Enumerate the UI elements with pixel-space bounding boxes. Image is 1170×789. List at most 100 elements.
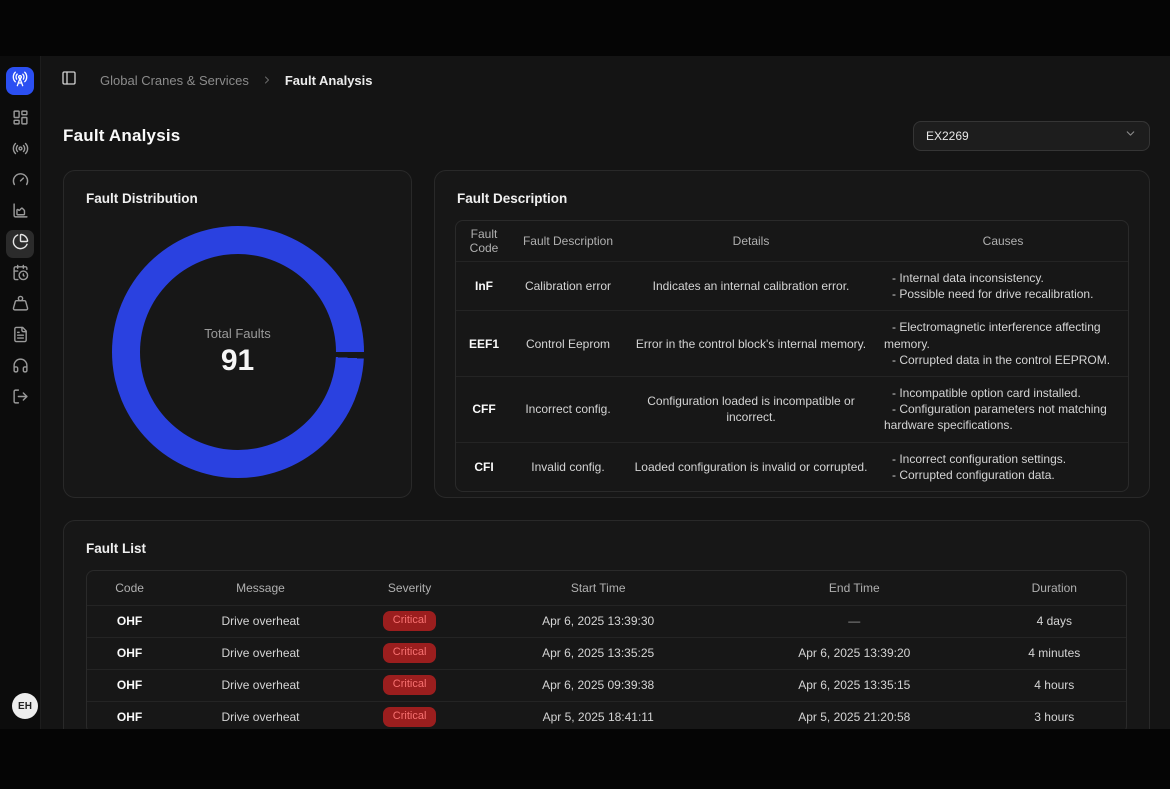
file-report-icon bbox=[12, 326, 29, 348]
duration: 4 hours bbox=[983, 669, 1126, 701]
sidebar-item-load[interactable] bbox=[6, 292, 34, 320]
sidebar-item-support[interactable] bbox=[6, 354, 34, 382]
fault-distribution-card: Fault Distribution Total Faults 91 bbox=[63, 170, 412, 498]
fault-code: CFF bbox=[456, 376, 512, 442]
sidebar-item-logout[interactable] bbox=[6, 385, 34, 413]
gauge-icon bbox=[12, 171, 29, 193]
breadcrumb-page: Fault Analysis bbox=[285, 73, 373, 88]
cause-line: - Incompatible option card installed. bbox=[884, 385, 1118, 401]
screen: EH Global Cranes & Services Fault Analys… bbox=[0, 0, 1170, 789]
severity-cell: Critical bbox=[349, 701, 471, 729]
fault-code: CFI bbox=[456, 442, 512, 491]
fault-causes: - Incompatible option card installed. - … bbox=[878, 376, 1128, 442]
table-row[interactable]: CFI Invalid config. Loaded configuration… bbox=[456, 442, 1128, 491]
sidebar-item-live[interactable] bbox=[6, 137, 34, 165]
fault-list-card: Fault List Code Message Severity Start T… bbox=[63, 520, 1150, 729]
donut-chart-area: Total Faults 91 bbox=[64, 206, 411, 497]
fault-desc: Calibration error bbox=[512, 262, 624, 311]
layout-dashboard-icon bbox=[12, 109, 29, 131]
column-header-message: Message bbox=[172, 571, 349, 605]
duration: 4 days bbox=[983, 605, 1126, 637]
sidebar-item-fault-analysis[interactable] bbox=[6, 230, 34, 258]
fault-distribution-donut[interactable]: Total Faults 91 bbox=[112, 226, 364, 478]
table-row[interactable]: EEF1 Control Eeprom Error in the control… bbox=[456, 311, 1128, 377]
column-header-end-time: End Time bbox=[726, 571, 983, 605]
start-time: Apr 6, 2025 09:39:38 bbox=[470, 669, 726, 701]
fault-description-title: Fault Description bbox=[435, 171, 1149, 206]
radio-icon bbox=[12, 140, 29, 162]
device-select[interactable]: EX2269 bbox=[913, 121, 1150, 151]
column-header-duration: Duration bbox=[983, 571, 1126, 605]
fault-message: Drive overheat bbox=[172, 637, 349, 669]
end-time: Apr 6, 2025 13:35:15 bbox=[726, 669, 983, 701]
column-header-start-time: Start Time bbox=[470, 571, 726, 605]
breadcrumb: Global Cranes & Services Fault Analysis bbox=[63, 56, 1150, 104]
cause-line: - Electromagnetic interference affecting… bbox=[884, 319, 1118, 351]
sidebar-item-schedule[interactable] bbox=[6, 261, 34, 289]
area-chart-icon bbox=[12, 202, 29, 224]
headset-icon bbox=[12, 357, 29, 379]
fault-causes: - Incorrect configuration settings. - Co… bbox=[878, 442, 1128, 491]
cause-line: - Possible need for drive recalibration. bbox=[884, 286, 1118, 302]
sidebar-item-charts[interactable] bbox=[6, 199, 34, 227]
donut-center: Total Faults 91 bbox=[140, 254, 336, 450]
start-time: Apr 5, 2025 18:41:11 bbox=[470, 701, 726, 729]
sidebar-item-performance[interactable] bbox=[6, 168, 34, 196]
fault-desc: Incorrect config. bbox=[512, 376, 624, 442]
fault-list-table: Code Message Severity Start Time End Tim… bbox=[86, 570, 1127, 729]
sidebar-toggle-button[interactable] bbox=[61, 70, 77, 91]
column-header-fault-description: Fault Description bbox=[512, 221, 624, 262]
start-time: Apr 6, 2025 13:35:25 bbox=[470, 637, 726, 669]
severity-cell: Critical bbox=[349, 669, 471, 701]
severity-badge: Critical bbox=[383, 611, 437, 631]
user-avatar[interactable]: EH bbox=[12, 693, 38, 719]
fault-desc: Invalid config. bbox=[512, 442, 624, 491]
fault-causes: - Electromagnetic interference affecting… bbox=[878, 311, 1128, 377]
cause-line: - Internal data inconsistency. bbox=[884, 270, 1118, 286]
device-select-value: EX2269 bbox=[926, 129, 969, 143]
column-header-causes: Causes bbox=[878, 221, 1128, 262]
end-time: — bbox=[726, 605, 983, 637]
fault-distribution-title: Fault Distribution bbox=[64, 171, 411, 206]
fault-code: InF bbox=[456, 262, 512, 311]
severity-cell: Critical bbox=[349, 637, 471, 669]
table-row[interactable]: OHF Drive overheat Critical Apr 6, 2025 … bbox=[87, 605, 1126, 637]
fault-message: Drive overheat bbox=[172, 669, 349, 701]
fault-code: OHF bbox=[87, 669, 172, 701]
column-header-severity: Severity bbox=[349, 571, 471, 605]
table-row[interactable]: CFF Incorrect config. Configuration load… bbox=[456, 376, 1128, 442]
breadcrumb-app[interactable]: Global Cranes & Services bbox=[100, 73, 249, 88]
chevron-right-icon bbox=[261, 74, 273, 86]
fault-code: OHF bbox=[87, 637, 172, 669]
fault-details: Loaded configuration is invalid or corru… bbox=[624, 442, 878, 491]
severity-badge: Critical bbox=[383, 707, 437, 727]
fault-details: Indicates an internal calibration error. bbox=[624, 262, 878, 311]
table-row[interactable]: OHF Drive overheat Critical Apr 6, 2025 … bbox=[87, 637, 1126, 669]
table-row[interactable]: InF Calibration error Indicates an inter… bbox=[456, 262, 1128, 311]
top-cards-row: Fault Distribution Total Faults 91 Fault… bbox=[63, 170, 1150, 498]
donut-center-value: 91 bbox=[221, 344, 254, 378]
chevron-down-icon bbox=[1124, 127, 1137, 145]
radio-tower-icon bbox=[12, 71, 28, 92]
end-time: Apr 5, 2025 21:20:58 bbox=[726, 701, 983, 729]
table-row[interactable]: OHF Drive overheat Critical Apr 6, 2025 … bbox=[87, 669, 1126, 701]
sidebar-nav bbox=[0, 106, 40, 416]
severity-badge: Critical bbox=[383, 643, 437, 663]
severity-cell: Critical bbox=[349, 605, 471, 637]
calendar-clock-icon bbox=[12, 264, 29, 286]
fault-description-header-row: Fault Code Fault Description Details Cau… bbox=[456, 221, 1128, 262]
app-logo[interactable] bbox=[6, 67, 34, 95]
donut-center-label: Total Faults bbox=[204, 326, 270, 341]
table-row[interactable]: OHF Drive overheat Critical Apr 5, 2025 … bbox=[87, 701, 1126, 729]
fault-message: Drive overheat bbox=[172, 701, 349, 729]
panel-left-icon bbox=[61, 70, 77, 91]
fault-description-table: Fault Code Fault Description Details Cau… bbox=[455, 220, 1129, 492]
fault-list-title: Fault List bbox=[64, 521, 1149, 556]
fault-code: OHF bbox=[87, 605, 172, 637]
column-header-details: Details bbox=[624, 221, 878, 262]
fault-code: OHF bbox=[87, 701, 172, 729]
sidebar-item-reports[interactable] bbox=[6, 323, 34, 351]
page-header: Fault Analysis EX2269 bbox=[63, 120, 1150, 152]
fault-details: Configuration loaded is incompatible or … bbox=[624, 376, 878, 442]
sidebar-item-dashboard[interactable] bbox=[6, 106, 34, 134]
